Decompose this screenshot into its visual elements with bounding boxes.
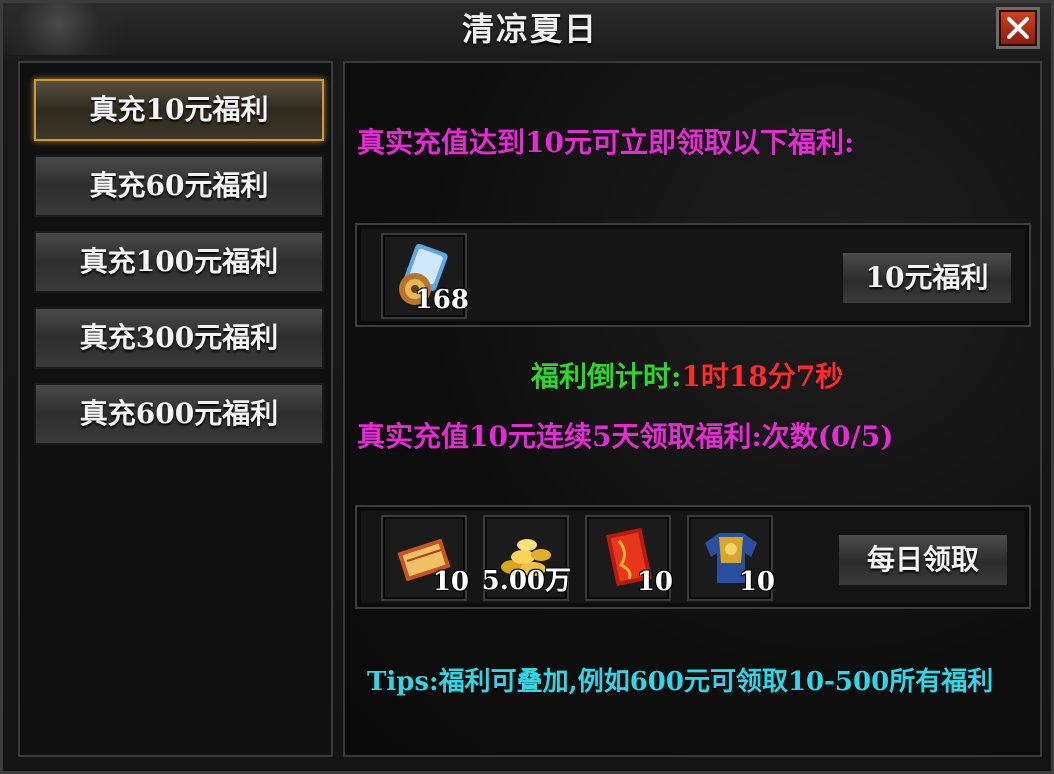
countdown-value: 1时18分7秒 — [681, 360, 844, 393]
window-title: 清凉夏日 — [461, 10, 598, 48]
countdown-label-text: 福利倒计时: — [531, 360, 682, 393]
sidebar: 真充10元福利 真充60元福利 真充100元福利 真充300元福利 真充600元… — [18, 61, 333, 757]
daily-claim-button[interactable]: 每日领取 — [837, 533, 1009, 587]
reward-slot[interactable]: 10 — [687, 515, 775, 601]
close-icon — [1007, 17, 1029, 39]
reward-slot[interactable]: 5.00万 — [481, 515, 571, 601]
sidebar-item-10[interactable]: 真充10元福利 — [34, 79, 324, 141]
daily-condition-text: 真实充值10元连续5天领取福利:次数(0/5) — [357, 420, 894, 453]
intro-text: 真实充值达到10元可立即领取以下福利: — [357, 126, 855, 159]
sidebar-item-600[interactable]: 真充600元福利 — [34, 383, 324, 445]
sidebar-item-300[interactable]: 真充300元福利 — [34, 307, 324, 369]
tips-text: Tips:福利可叠加,例如600元可领取10-500所有福利 — [367, 667, 994, 697]
countdown-label: 福利倒计时:1时18分7秒 — [531, 355, 843, 395]
item-quantity: 10 — [636, 567, 673, 597]
item-quantity: 168 — [414, 285, 469, 315]
claim-10-button[interactable]: 10元福利 — [841, 251, 1013, 305]
item-quantity: 10 — [432, 567, 469, 597]
first-reward-row: 168 10元福利 — [355, 223, 1031, 327]
reward-slot[interactable]: 10 — [585, 515, 673, 601]
reward-slot[interactable]: 10 — [381, 515, 469, 601]
sidebar-item-60[interactable]: 真充60元福利 — [34, 155, 324, 217]
dialog-window: 清凉夏日 真充10元福利 真充60元福利 真充100元福利 真充300元福利 真… — [0, 0, 1054, 774]
item-quantity: 10 — [738, 567, 775, 597]
daily-reward-row: 10 5.00万 10 10 每日领取 — [355, 505, 1031, 609]
sidebar-item-100[interactable]: 真充100元福利 — [34, 231, 324, 293]
reward-slot[interactable]: 168 — [381, 233, 469, 319]
item-quantity: 5.00万 — [481, 566, 571, 596]
content-panel: 真实充值达到10元可立即领取以下福利: 168 10元福利 福利倒计时:1时18… — [343, 61, 1042, 757]
close-button[interactable] — [996, 7, 1040, 49]
